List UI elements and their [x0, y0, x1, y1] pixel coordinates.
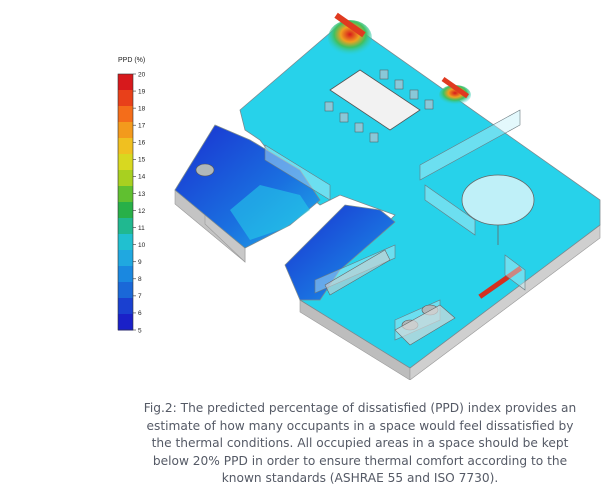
legend-swatch: [118, 74, 133, 91]
legend-tick-label: 6: [138, 310, 142, 317]
legend-swatch: [118, 90, 133, 107]
legend-swatch: [118, 154, 133, 171]
legend-swatch: [118, 234, 133, 251]
ppd-legend: PPD (%) 20 19 18 17 16 15 14 13 12 11 10 9 8 7 6 5: [117, 57, 146, 334]
legend-colorbar: [117, 73, 134, 331]
legend-swatch: [118, 298, 133, 315]
legend-title: PPD (%): [118, 57, 145, 64]
legend-swatch: [118, 138, 133, 155]
legend-tick-label: 17: [138, 123, 146, 130]
legend-tick-label: 14: [138, 174, 146, 181]
ppd-simulation-figure: PPD (%) 20 19 18 17 16 15 14 13 12 11 10 9 8 7 6 5: [117, 12, 601, 380]
round-table: [461, 174, 535, 226]
legend-tick-label: 15: [138, 157, 146, 164]
legend-tick-label: 11: [138, 225, 145, 232]
legend-swatch: [118, 282, 133, 299]
legend-tick-label: 10: [138, 242, 146, 249]
legend-swatch: [118, 218, 133, 235]
legend-swatch: [118, 106, 133, 123]
figure-caption: Fig.2: The predicted percentage of dissa…: [143, 401, 577, 485]
legend-tick-label: 13: [138, 191, 146, 198]
legend-tick-label: 12: [138, 208, 146, 215]
legend-swatch: [118, 314, 133, 331]
legend-tick-label: 19: [138, 88, 146, 95]
stool-left: [195, 163, 215, 177]
legend-tick-label: 8: [138, 276, 142, 283]
legend-swatch: [118, 170, 133, 187]
building-model: [174, 12, 601, 380]
legend-tick-label: 16: [138, 140, 146, 147]
legend-tick-label: 20: [138, 71, 146, 78]
legend-tick-label: 7: [138, 293, 142, 300]
legend-swatch: [118, 266, 133, 283]
legend-tick-labels: 20 19 18 17 16 15 14 13 12 11 10 9 8 7 6 5: [133, 71, 146, 334]
legend-tick-label: 18: [138, 105, 146, 112]
legend-swatch: [118, 186, 133, 203]
legend-tick-label: 5: [138, 327, 142, 334]
legend-swatch: [118, 202, 133, 219]
legend-swatch: [118, 122, 133, 139]
legend-swatch: [118, 250, 133, 267]
legend-tick-label: 9: [138, 259, 142, 266]
